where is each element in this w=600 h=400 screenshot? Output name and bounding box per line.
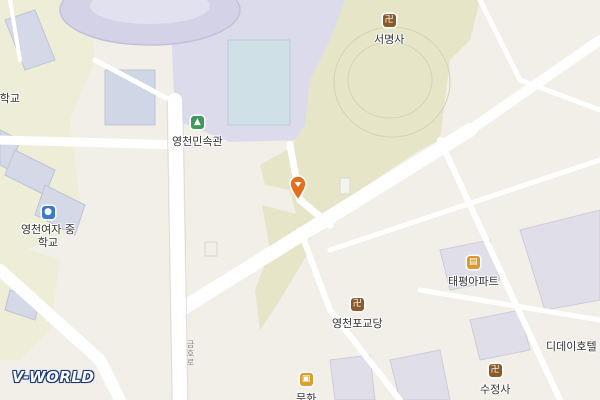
small-building-2 bbox=[339, 177, 351, 195]
small-building bbox=[204, 241, 218, 257]
buddhist-temple-icon: 卍 bbox=[488, 364, 502, 377]
shop-icon: ▣ bbox=[299, 373, 313, 386]
poi-yeongcheon-girls-middle-school[interactable]: ● 영천여자 중학교 bbox=[16, 206, 80, 249]
poi-sujeongsa[interactable]: 卍 수정사 bbox=[480, 364, 510, 397]
poi-label: 영천민속관 bbox=[172, 135, 223, 148]
poi-label: 디데이호텔 bbox=[546, 340, 597, 353]
poi-dday-hotel[interactable]: 디데이호텔 bbox=[546, 334, 597, 354]
location-pin-icon[interactable] bbox=[289, 175, 307, 202]
vworld-logo[interactable]: V-WORLD bbox=[12, 368, 94, 386]
poi-label: 영천포교당 bbox=[332, 317, 383, 330]
poi-taepyeong-apartment[interactable]: ▤ 태평아파트 bbox=[448, 256, 499, 289]
poi-yeongcheon-pogyodang[interactable]: 卍 영천포교당 bbox=[332, 298, 383, 331]
poi-label: 여자 학교 bbox=[0, 92, 20, 105]
road-label-geumho-ro: 금호로 bbox=[186, 340, 195, 367]
poi-label: 태평아파트 bbox=[448, 275, 499, 288]
poi-label: 수정사 bbox=[480, 383, 511, 396]
apartment-icon: ▤ bbox=[466, 256, 480, 269]
poi-label: 문화 bbox=[296, 392, 317, 400]
buddhist-temple-icon: 卍 bbox=[382, 14, 396, 27]
poi-label: 서명사 bbox=[374, 33, 405, 46]
poi-label: 영천여자 중학교 bbox=[20, 223, 76, 249]
sports-field-2 bbox=[227, 39, 291, 126]
map-view[interactable]: 卍 서명사 ▲ 영천민속관 ● 영천여자 중학교 여자 학교 ▤ 태평아파트 卍… bbox=[0, 0, 600, 400]
park-hill-south bbox=[255, 205, 310, 330]
poi-munhwa[interactable]: ▣ 문화 bbox=[296, 373, 316, 400]
poi-girls-high-school[interactable]: 여자 학교 bbox=[0, 88, 20, 105]
location-pin-graphic bbox=[289, 175, 307, 202]
poi-seomyeongsa[interactable]: 卍 서명사 bbox=[374, 14, 404, 47]
school-icon: ● bbox=[41, 206, 55, 219]
poi-yeongcheon-folk-museum[interactable]: ▲ 영천민속관 bbox=[172, 116, 223, 149]
buddhist-temple-icon: 卍 bbox=[350, 298, 364, 311]
museum-icon: ▲ bbox=[190, 116, 204, 129]
